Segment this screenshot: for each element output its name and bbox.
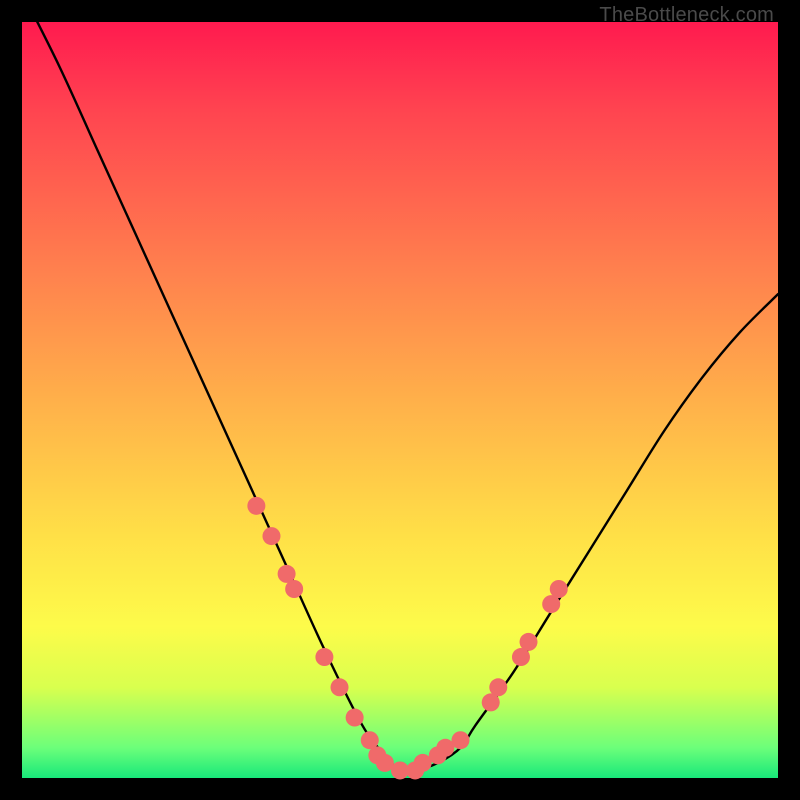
highlight-dots (247, 497, 567, 780)
highlight-dot (520, 633, 538, 651)
highlight-dot (315, 648, 333, 666)
highlight-dot (262, 527, 280, 545)
plot-area (22, 22, 778, 778)
highlight-dot (550, 580, 568, 598)
highlight-dot (331, 678, 349, 696)
highlight-dot (489, 678, 507, 696)
attribution-text: TheBottleneck.com (599, 4, 774, 27)
highlight-dot (451, 731, 469, 749)
highlight-dot (346, 709, 364, 727)
bottleneck-curve (22, 0, 778, 772)
curve-layer (22, 22, 778, 778)
highlight-dot (285, 580, 303, 598)
chart-frame: TheBottleneck.com (0, 0, 800, 800)
highlight-dot (247, 497, 265, 515)
